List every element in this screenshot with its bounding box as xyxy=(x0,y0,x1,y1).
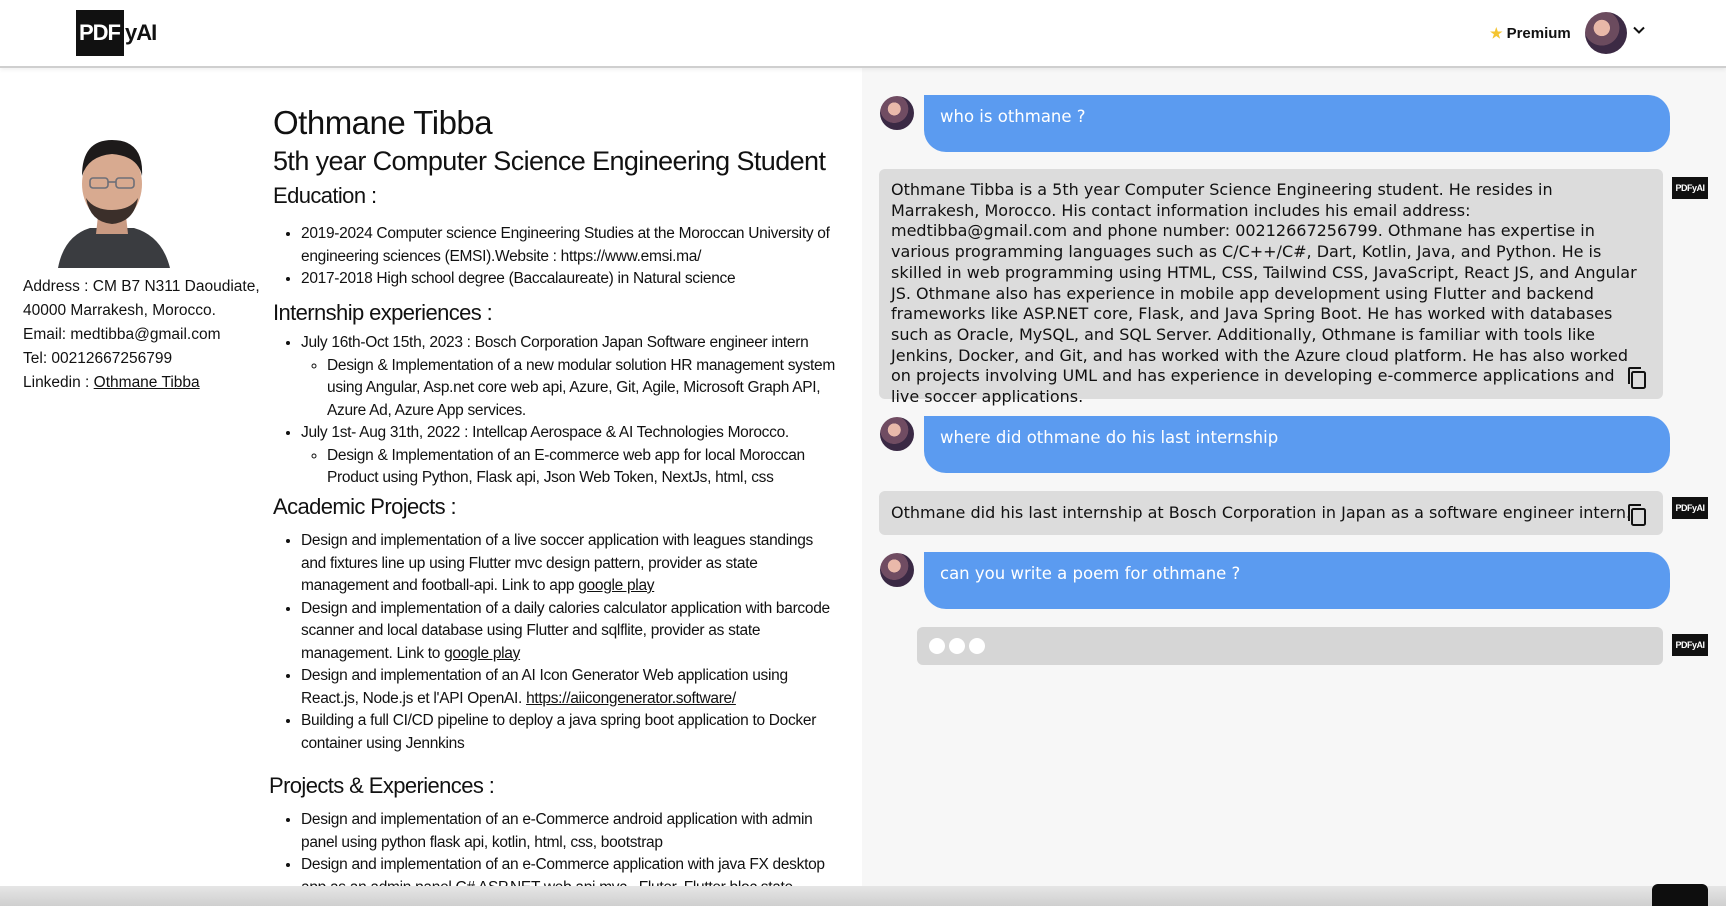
aiicongenerator-link[interactable]: https://aiicongenerator.software/ xyxy=(526,690,736,707)
profile-photo xyxy=(50,118,174,268)
list-item: Building a full CI/CD pipeline to deploy… xyxy=(301,710,841,755)
user-chat-avatar xyxy=(880,96,914,130)
academic-text: Design and implementation of a live socc… xyxy=(301,532,813,594)
list-item: 2019-2024 Computer science Engineering S… xyxy=(301,223,861,268)
list-item: Design & Implementation of an E-commerce… xyxy=(327,445,841,490)
pdfyai-logo[interactable]: PDF yAI xyxy=(76,10,157,56)
bot-message-text: Othmane did his last internship at Bosch… xyxy=(891,503,1632,522)
logo-box: PDF xyxy=(76,10,124,56)
bot-logo: PDFyAI xyxy=(1672,177,1708,199)
academic-text: Design and implementation of a daily cal… xyxy=(301,599,830,662)
address-line: Address : CM B7 N311 Daoudiate, xyxy=(23,278,260,295)
user-message: can you write a poem for othmane ? xyxy=(924,552,1670,609)
logo-text: yAI xyxy=(125,20,157,45)
user-chat-avatar xyxy=(880,553,914,587)
user-avatar[interactable] xyxy=(1585,12,1627,54)
list-item: Design and implementation of an e-Commer… xyxy=(301,809,851,854)
list-item: Design & Implementation of a new modular… xyxy=(327,355,841,423)
projects-heading: Projects & Experiences : xyxy=(269,773,495,798)
address-line-2: 40000 Marrakesh, Morocco. xyxy=(23,302,216,319)
tel-line: Tel: 00212667256799 xyxy=(23,350,173,367)
internship-title: July 1st- Aug 31th, 2022 : Intellcap Aer… xyxy=(301,424,789,441)
internship-sublist: Design & Implementation of a new modular… xyxy=(301,355,841,423)
list-item: Design and implementation of a live socc… xyxy=(301,530,841,598)
user-message: who is othmane ? xyxy=(924,95,1670,152)
bot-logo: PDFyAI xyxy=(1672,634,1708,656)
email-line: Email: medtibba@gmail.com xyxy=(23,326,221,343)
bot-message-text: Othmane Tibba is a 5th year Computer Sci… xyxy=(891,180,1637,407)
internship-sublist: Design & Implementation of an E-commerce… xyxy=(301,445,841,490)
user-chat-avatar xyxy=(880,417,914,451)
list-item: Design and implementation of a daily cal… xyxy=(301,598,841,666)
typing-indicator xyxy=(917,627,1663,665)
linkedin-link[interactable]: Othmane Tibba xyxy=(94,374,200,391)
user-message: where did othmane do his last internship xyxy=(924,416,1670,473)
chevron-down-icon[interactable] xyxy=(1633,24,1645,36)
linkedin-label: Linkedin : xyxy=(23,374,94,391)
education-heading: Education : xyxy=(273,183,377,208)
send-button[interactable] xyxy=(1652,884,1708,906)
typing-dot xyxy=(949,638,965,654)
bot-logo: PDFyAI xyxy=(1672,497,1708,519)
typing-dot xyxy=(929,638,945,654)
internship-title: July 16th-Oct 15th, 2023 : Bosch Corpora… xyxy=(301,334,809,351)
google-play-link[interactable]: google play xyxy=(578,577,654,594)
resume-name: Othmane Tibba xyxy=(273,104,493,141)
linkedin-line: Linkedin : Othmane Tibba xyxy=(23,371,263,395)
resume-title: 5th year Computer Science Engineering St… xyxy=(273,146,826,176)
list-item: Design and implementation of an AI Icon … xyxy=(301,665,841,710)
bot-message: Othmane Tibba is a 5th year Computer Sci… xyxy=(879,169,1663,406)
list-item: 2017-2018 High school degree (Baccalaure… xyxy=(301,268,861,291)
bottom-bar xyxy=(0,886,1726,906)
internship-list: July 16th-Oct 15th, 2023 : Bosch Corpora… xyxy=(273,332,841,490)
internship-heading: Internship experiences : xyxy=(273,300,493,325)
typing-dot xyxy=(969,638,985,654)
star-icon: ★ xyxy=(1490,24,1503,41)
premium-label: Premium xyxy=(1506,24,1571,42)
list-item: July 16th-Oct 15th, 2023 : Bosch Corpora… xyxy=(301,332,841,422)
bot-message: Othmane did his last internship at Bosch… xyxy=(879,491,1663,535)
list-item: July 1st- Aug 31th, 2022 : Intellcap Aer… xyxy=(301,422,841,490)
google-play-link[interactable]: google play xyxy=(444,645,520,662)
contact-block: Address : CM B7 N311 Daoudiate, 40000 Ma… xyxy=(23,275,263,395)
education-list: 2019-2024 Computer science Engineering S… xyxy=(273,223,861,291)
academic-heading: Academic Projects : xyxy=(273,494,457,519)
premium-button[interactable]: ★ Premium xyxy=(1490,22,1571,44)
copy-icon[interactable] xyxy=(1626,503,1648,527)
copy-icon[interactable] xyxy=(1626,366,1648,390)
academic-list: Design and implementation of a live socc… xyxy=(273,530,841,755)
top-bar: PDF yAI ★ Premium xyxy=(0,0,1726,68)
pdf-viewer[interactable]: Address : CM B7 N311 Daoudiate, 40000 Ma… xyxy=(0,68,862,906)
